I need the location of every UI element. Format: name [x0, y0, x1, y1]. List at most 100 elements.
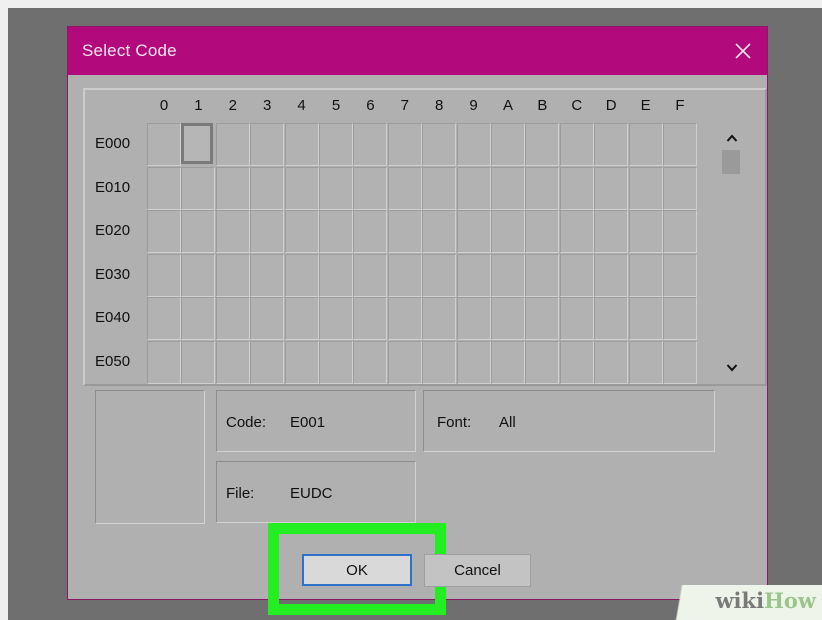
code-cell[interactable]	[456, 340, 491, 384]
code-cell[interactable]	[215, 210, 250, 253]
code-cell[interactable]	[215, 297, 250, 340]
code-cell[interactable]	[353, 297, 388, 340]
code-cell[interactable]	[559, 166, 594, 210]
code-cell[interactable]	[491, 166, 525, 210]
code-cell[interactable]	[663, 297, 697, 340]
code-cell[interactable]	[628, 340, 663, 384]
code-cell[interactable]	[181, 297, 216, 340]
code-cell[interactable]	[628, 210, 663, 253]
code-cell[interactable]	[594, 210, 629, 253]
code-cell[interactable]	[491, 340, 525, 384]
code-cell[interactable]	[250, 253, 285, 297]
code-cell[interactable]	[422, 166, 457, 210]
code-cell[interactable]	[456, 123, 491, 166]
code-cell[interactable]	[628, 253, 663, 297]
code-cell[interactable]	[525, 210, 560, 253]
code-cell[interactable]	[628, 123, 663, 166]
code-cell[interactable]	[215, 123, 250, 166]
code-cell[interactable]	[456, 210, 491, 253]
code-cell[interactable]	[663, 166, 697, 210]
code-cell[interactable]	[353, 210, 388, 253]
code-cell[interactable]	[319, 297, 353, 340]
code-cell[interactable]	[559, 123, 594, 166]
code-cell[interactable]	[250, 166, 285, 210]
code-cell[interactable]	[491, 210, 525, 253]
code-cell[interactable]	[525, 166, 560, 210]
code-cell[interactable]	[387, 210, 422, 253]
code-cell[interactable]	[250, 123, 285, 166]
code-cell[interactable]	[422, 297, 457, 340]
cancel-button[interactable]: Cancel	[424, 554, 531, 587]
code-cell[interactable]	[387, 123, 422, 166]
code-cell[interactable]	[663, 340, 697, 384]
code-cell[interactable]	[181, 253, 216, 297]
code-cell[interactable]	[353, 166, 388, 210]
code-cell[interactable]	[628, 166, 663, 210]
code-cell[interactable]	[353, 340, 388, 384]
code-cell[interactable]	[422, 340, 457, 384]
code-cell[interactable]	[319, 123, 353, 166]
scrollbar-thumb[interactable]	[722, 150, 740, 174]
code-cell[interactable]	[147, 297, 181, 340]
code-cell[interactable]	[284, 166, 319, 210]
code-cell[interactable]	[284, 123, 319, 166]
code-cell[interactable]	[594, 123, 629, 166]
code-cell[interactable]	[559, 340, 594, 384]
code-cell[interactable]	[663, 210, 697, 253]
code-cell[interactable]	[525, 123, 560, 166]
code-cell[interactable]	[353, 123, 388, 166]
code-cell[interactable]	[387, 297, 422, 340]
code-cell[interactable]	[491, 297, 525, 340]
ok-button[interactable]: OK	[302, 554, 412, 586]
code-cell[interactable]	[491, 123, 525, 166]
code-cell[interactable]	[594, 166, 629, 210]
code-cell[interactable]	[319, 210, 353, 253]
code-cell[interactable]	[215, 340, 250, 384]
code-cell[interactable]	[319, 340, 353, 384]
code-cell[interactable]	[559, 297, 594, 340]
code-cell[interactable]	[594, 253, 629, 297]
code-cell[interactable]	[663, 123, 697, 166]
code-cell[interactable]	[147, 166, 181, 210]
code-cell[interactable]	[284, 210, 319, 253]
code-cell[interactable]	[319, 166, 353, 210]
code-cell[interactable]	[147, 340, 181, 384]
code-cell[interactable]	[491, 253, 525, 297]
code-cell[interactable]	[422, 253, 457, 297]
code-cell[interactable]	[284, 297, 319, 340]
code-cell[interactable]	[456, 253, 491, 297]
code-cell[interactable]	[456, 166, 491, 210]
selected-code-cell[interactable]	[181, 123, 214, 164]
code-cell[interactable]	[422, 210, 457, 253]
code-cell[interactable]	[319, 253, 353, 297]
code-cell[interactable]	[663, 253, 697, 297]
code-cell[interactable]	[387, 253, 422, 297]
code-cell[interactable]	[181, 340, 216, 384]
code-cell[interactable]	[525, 340, 560, 384]
code-cell[interactable]	[181, 210, 216, 253]
scroll-down-button[interactable]	[722, 358, 742, 378]
code-cell[interactable]	[284, 340, 319, 384]
code-cell[interactable]	[422, 123, 457, 166]
code-cell[interactable]	[559, 253, 594, 297]
code-cell[interactable]	[181, 166, 216, 210]
close-button[interactable]	[725, 33, 761, 69]
scroll-up-button[interactable]	[722, 128, 742, 148]
code-cell[interactable]	[147, 210, 181, 253]
code-cell[interactable]	[594, 340, 629, 384]
code-cell[interactable]	[628, 297, 663, 340]
code-cell[interactable]	[594, 297, 629, 340]
code-cell[interactable]	[215, 253, 250, 297]
code-cell[interactable]	[387, 166, 422, 210]
code-cell[interactable]	[250, 297, 285, 340]
code-cell[interactable]	[284, 253, 319, 297]
code-cell[interactable]	[250, 340, 285, 384]
code-cell[interactable]	[147, 123, 181, 166]
code-cell[interactable]	[525, 253, 560, 297]
code-cell[interactable]	[559, 210, 594, 253]
code-cell[interactable]	[387, 340, 422, 384]
code-cell[interactable]	[215, 166, 250, 210]
code-cell[interactable]	[525, 297, 560, 340]
code-cell[interactable]	[250, 210, 285, 253]
code-cell[interactable]	[353, 253, 388, 297]
